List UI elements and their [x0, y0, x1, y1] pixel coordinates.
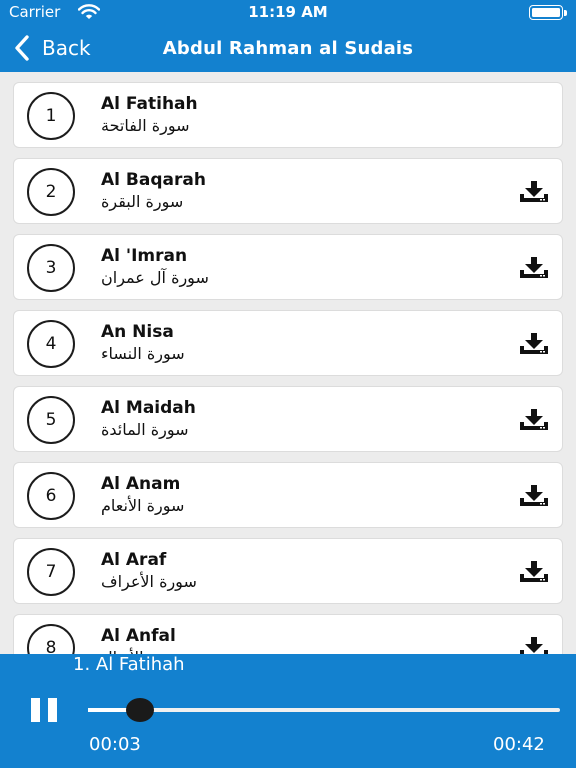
- surah-name-english: Al 'Imran: [101, 246, 188, 266]
- surah-number: 7: [27, 548, 75, 596]
- download-icon[interactable]: [519, 561, 549, 583]
- surah-name-english: Al Araf: [101, 550, 167, 570]
- pause-button[interactable]: [28, 696, 62, 726]
- elapsed-time: 00:03: [89, 734, 141, 755]
- status-bar: Carrier 11:19 AM: [0, 0, 576, 24]
- progress-slider[interactable]: [88, 698, 560, 722]
- audio-player: 1. Al Fatihah 00:03 00:42: [0, 654, 576, 768]
- surah-name-english: Al Anam: [101, 474, 181, 494]
- surah-name-arabic: سورة آل عمران: [101, 268, 209, 287]
- surah-name-arabic: سورة الأنعام: [101, 496, 185, 515]
- surah-row[interactable]: 6 Al Anam سورة الأنعام: [13, 462, 563, 528]
- pause-icon: [48, 698, 57, 722]
- surah-number: 2: [27, 168, 75, 216]
- top-bar: Carrier 11:19 AM Back Abdul Rahman al Su…: [0, 0, 576, 72]
- download-icon[interactable]: [519, 409, 549, 431]
- surah-name-english: Al Fatihah: [101, 94, 198, 114]
- status-time: 11:19 AM: [248, 3, 328, 21]
- total-time: 00:42: [493, 734, 545, 755]
- surah-row[interactable]: 8 Al Anfal سورة الأنفال: [13, 614, 563, 654]
- surah-row[interactable]: 3 Al 'Imran سورة آل عمران: [13, 234, 563, 300]
- surah-name-arabic: سورة البقرة: [101, 192, 184, 211]
- download-icon[interactable]: [519, 485, 549, 507]
- surah-name-arabic: سورة المائدة: [101, 420, 189, 439]
- surah-number: 3: [27, 244, 75, 292]
- now-playing-title: 1. Al Fatihah: [73, 654, 185, 675]
- surah-row[interactable]: 7 Al Araf سورة الأعراف: [13, 538, 563, 604]
- battery-icon: [529, 5, 563, 20]
- surah-row[interactable]: 1 Al Fatihah سورة الفاتحة: [13, 82, 563, 148]
- download-icon[interactable]: [519, 333, 549, 355]
- surah-list[interactable]: 1 Al Fatihah سورة الفاتحة 2 Al Baqarah س…: [0, 72, 576, 654]
- battery-tip: [564, 10, 567, 16]
- surah-name-english: Al Maidah: [101, 398, 196, 418]
- surah-number: 8: [27, 624, 75, 654]
- surah-number: 5: [27, 396, 75, 444]
- surah-name-english: Al Baqarah: [101, 170, 206, 190]
- pause-icon: [31, 698, 40, 722]
- surah-name-english: Al Anfal: [101, 626, 176, 646]
- download-icon[interactable]: [519, 181, 549, 203]
- surah-number: 4: [27, 320, 75, 368]
- download-icon[interactable]: [519, 257, 549, 279]
- surah-row[interactable]: 4 An Nisa سورة النساء: [13, 310, 563, 376]
- download-icon[interactable]: [519, 637, 549, 654]
- surah-number: 6: [27, 472, 75, 520]
- progress-thumb[interactable]: [125, 698, 154, 722]
- surah-name-english: An Nisa: [101, 322, 174, 342]
- page-title: Abdul Rahman al Sudais: [162, 38, 414, 59]
- surah-row[interactable]: 2 Al Baqarah سورة البقرة: [13, 158, 563, 224]
- surah-name-arabic: سورة الفاتحة: [101, 116, 190, 135]
- navigation-bar: Back Abdul Rahman al Sudais: [0, 24, 576, 72]
- surah-name-arabic: سورة النساء: [101, 344, 185, 363]
- surah-row[interactable]: 5 Al Maidah سورة المائدة: [13, 386, 563, 452]
- surah-name-arabic: سورة الأعراف: [101, 572, 197, 591]
- surah-number: 1: [27, 92, 75, 140]
